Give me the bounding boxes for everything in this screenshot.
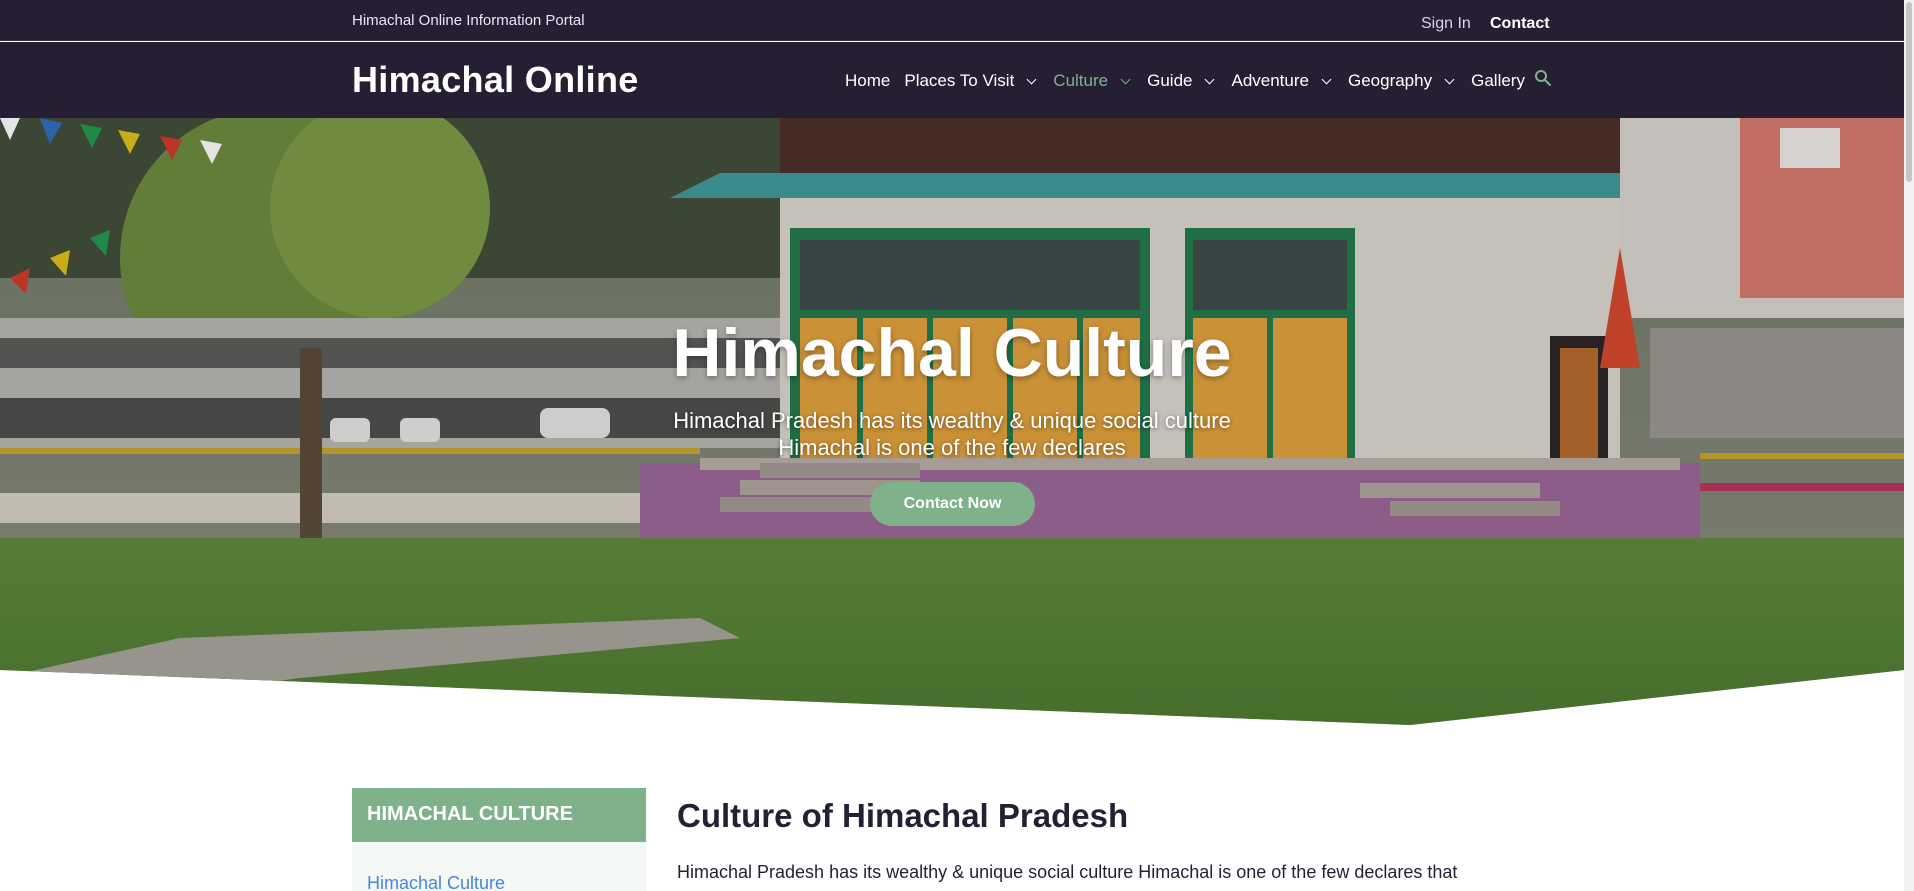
hero-title: Himachal Culture [672, 315, 1232, 391]
article-title: Culture of Himachal Pradesh [677, 797, 1129, 834]
chevron-down-icon [1321, 74, 1332, 84]
chevron-down-icon [1120, 74, 1131, 84]
contact-link[interactable]: Contact [1490, 15, 1550, 33]
nav-item-geography[interactable]: Geography [1348, 71, 1457, 91]
scrollbar-thumb[interactable] [1906, 2, 1912, 182]
main-nav: Home Places To Visit Culture Guide Adven… [845, 69, 1539, 93]
contact-now-button[interactable]: Contact Now [870, 482, 1035, 526]
nav-item-label: Home [845, 71, 891, 90]
nav-item-places-to-visit[interactable]: Places To Visit [904, 71, 1039, 91]
chevron-down-icon [1026, 74, 1037, 84]
main-header: Himachal Online Home Places To Visit Cul… [0, 42, 1904, 118]
nav-item-adventure[interactable]: Adventure [1231, 71, 1334, 91]
sidebar-link-himachal-culture[interactable]: Himachal Culture [367, 873, 505, 891]
site-logo[interactable]: Himachal Online [352, 59, 639, 101]
nav-item-label: Culture [1053, 71, 1109, 90]
nav-item-label: Gallery [1471, 71, 1525, 90]
nav-item-label: Places To Visit [904, 71, 1015, 90]
hero-banner: Himachal Culture Himachal Pradesh has it… [0, 118, 1904, 725]
nav-item-label: Guide [1147, 71, 1193, 90]
hero-subtitle-line-2: Himachal is one of the few declares [778, 435, 1126, 460]
chevron-down-icon [1205, 74, 1215, 84]
nav-item-label: Geography [1347, 71, 1433, 90]
article-paragraph: Himachal Pradesh has its wealthy & uniqu… [677, 862, 1458, 882]
portal-title: Himachal Online Information Portal [352, 12, 585, 29]
search-icon[interactable] [1534, 69, 1552, 87]
sidebar-heading: HIMACHAL CULTURE [352, 788, 646, 842]
top-utility-bar: Himachal Online Information Portal Sign … [0, 0, 1904, 41]
sign-in-link[interactable]: Sign In [1421, 15, 1471, 33]
nav-item-home[interactable]: Home [845, 71, 890, 91]
chevron-down-icon [1444, 74, 1455, 84]
nav-item-guide[interactable]: Guide [1147, 71, 1217, 91]
nav-item-gallery[interactable]: Gallery [1471, 71, 1525, 91]
hero-subtitle-line-1: Himachal Pradesh has its wealthy & uniqu… [673, 408, 1231, 433]
nav-item-culture[interactable]: Culture [1053, 71, 1133, 91]
nav-item-label: Adventure [1231, 71, 1309, 90]
